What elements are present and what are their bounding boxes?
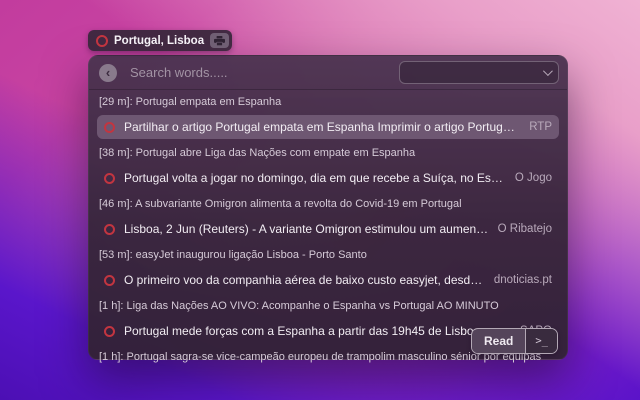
search-input[interactable] bbox=[128, 64, 342, 81]
news-row-text: Partilhar o artigo Portugal empata em Es… bbox=[124, 120, 520, 134]
news-row-text: Lisboa, 2 Jun (Reuters) - A variante Omi… bbox=[124, 222, 489, 236]
news-row-source: RTP bbox=[529, 121, 552, 133]
ring-icon bbox=[104, 325, 115, 337]
news-row-text: O primeiro voo da companhia aérea de bai… bbox=[124, 273, 485, 287]
news-group: [53 m]: easyJet inaugurou ligação Lisboa… bbox=[89, 248, 567, 292]
news-row[interactable]: Partilhar o artigo Portugal empata em Es… bbox=[97, 115, 559, 139]
news-group: [38 m]: Portugal abre Liga das Nações co… bbox=[89, 146, 567, 190]
group-header: [46 m]: A subvariante Omigron alimenta a… bbox=[99, 198, 462, 210]
news-row-text: Portugal volta a jogar no domingo, dia e… bbox=[124, 171, 506, 185]
news-row-source: O Jogo bbox=[514, 172, 552, 184]
terminal-button[interactable]: >_ bbox=[525, 329, 557, 353]
location-chip[interactable]: Portugal, Lisboa bbox=[88, 30, 233, 51]
chevron-down-icon bbox=[542, 66, 553, 77]
location-ring-icon bbox=[96, 34, 108, 47]
group-header: [29 m]: Portugal empata em Espanha bbox=[99, 96, 282, 108]
news-row-source: dnoticias.pt bbox=[493, 274, 552, 286]
news-group: [29 m]: Portugal empata em Espanha Parti… bbox=[89, 95, 567, 139]
group-header: [38 m]: Portugal abre Liga das Nações co… bbox=[99, 147, 416, 159]
news-row-text: Portugal mede forças com a Espanha a par… bbox=[124, 324, 511, 338]
news-list: [29 m]: Portugal empata em Espanha Parti… bbox=[89, 90, 567, 364]
location-label: Portugal, Lisboa bbox=[114, 34, 205, 47]
terminal-prompt-icon: >_ bbox=[535, 335, 548, 347]
ring-icon bbox=[104, 274, 115, 286]
print-button[interactable] bbox=[210, 33, 230, 48]
filter-dropdown[interactable] bbox=[399, 61, 559, 84]
printer-icon bbox=[214, 35, 226, 46]
news-row[interactable]: O primeiro voo da companhia aérea de bai… bbox=[97, 268, 559, 292]
news-row-source: O Ribatejo bbox=[497, 223, 552, 235]
chevron-left-icon: ‹ bbox=[105, 64, 111, 80]
group-header: [1 h]: Liga das Nações AO VIVO: Acompanh… bbox=[99, 300, 499, 312]
footer-button-group: Read >_ bbox=[471, 328, 558, 354]
search-bar: ‹ bbox=[89, 56, 567, 90]
news-row[interactable]: Lisboa, 2 Jun (Reuters) - A variante Omi… bbox=[97, 217, 559, 241]
ring-icon bbox=[104, 223, 115, 235]
news-row[interactable]: Portugal volta a jogar no domingo, dia e… bbox=[97, 166, 559, 190]
ring-icon bbox=[104, 121, 115, 133]
group-header: [53 m]: easyJet inaugurou ligação Lisboa… bbox=[99, 249, 367, 261]
news-panel: ‹ [29 m]: Portugal empata em Espanha Par… bbox=[88, 55, 568, 363]
news-group: [46 m]: A subvariante Omigron alimenta a… bbox=[89, 197, 567, 241]
read-button[interactable]: Read bbox=[472, 329, 526, 353]
ring-icon bbox=[104, 172, 115, 184]
back-button[interactable]: ‹ bbox=[99, 63, 117, 82]
